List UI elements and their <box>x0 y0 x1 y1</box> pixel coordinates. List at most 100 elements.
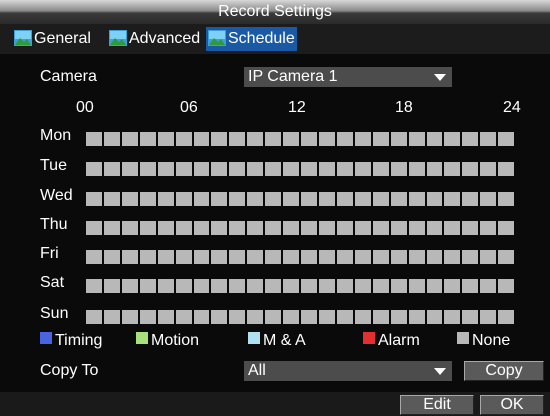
schedule-cell[interactable] <box>265 132 282 146</box>
copy-to-select[interactable]: All <box>244 361 452 381</box>
schedule-cell[interactable] <box>480 310 497 324</box>
schedule-cell[interactable] <box>301 279 317 293</box>
schedule-cell[interactable] <box>372 162 389 176</box>
schedule-cell[interactable] <box>301 310 317 324</box>
schedule-cell[interactable] <box>175 221 192 235</box>
schedule-cell[interactable] <box>462 192 479 206</box>
camera-select[interactable]: IP Camera 1 <box>244 67 452 87</box>
schedule-cell[interactable] <box>121 132 138 146</box>
schedule-cell[interactable] <box>86 310 102 324</box>
schedule-cell[interactable] <box>354 221 371 235</box>
schedule-cell[interactable] <box>372 250 389 264</box>
schedule-cell[interactable] <box>301 162 317 176</box>
schedule-cell[interactable] <box>318 279 335 293</box>
schedule-cell[interactable] <box>444 162 461 176</box>
schedule-cell[interactable] <box>103 279 120 293</box>
schedule-cell[interactable] <box>175 192 192 206</box>
day-schedule-row[interactable] <box>86 250 515 264</box>
schedule-cell[interactable] <box>390 221 407 235</box>
schedule-cell[interactable] <box>444 279 461 293</box>
schedule-cell[interactable] <box>211 162 228 176</box>
schedule-cell[interactable] <box>86 221 102 235</box>
tab-general[interactable]: General <box>12 27 93 51</box>
schedule-cell[interactable] <box>86 250 102 264</box>
schedule-cell[interactable] <box>86 162 102 176</box>
schedule-cell[interactable] <box>372 132 389 146</box>
schedule-cell[interactable] <box>229 192 246 206</box>
schedule-cell[interactable] <box>139 132 156 146</box>
schedule-cell[interactable] <box>498 250 515 264</box>
schedule-cell[interactable] <box>193 162 210 176</box>
schedule-cell[interactable] <box>336 279 353 293</box>
schedule-cell[interactable] <box>462 132 479 146</box>
schedule-cell[interactable] <box>301 192 317 206</box>
schedule-cell[interactable] <box>354 310 371 324</box>
schedule-cell[interactable] <box>265 192 282 206</box>
schedule-cell[interactable] <box>157 250 174 264</box>
schedule-cell[interactable] <box>193 250 210 264</box>
schedule-cell[interactable] <box>318 132 335 146</box>
schedule-cell[interactable] <box>283 279 300 293</box>
schedule-cell[interactable] <box>426 162 443 176</box>
schedule-cell[interactable] <box>318 221 335 235</box>
schedule-cell[interactable] <box>139 221 156 235</box>
schedule-cell[interactable] <box>408 192 425 206</box>
schedule-cell[interactable] <box>283 310 300 324</box>
schedule-cell[interactable] <box>157 310 174 324</box>
day-schedule-row[interactable] <box>86 162 515 176</box>
schedule-cell[interactable] <box>426 192 443 206</box>
schedule-cell[interactable] <box>121 310 138 324</box>
schedule-cell[interactable] <box>139 250 156 264</box>
schedule-cell[interactable] <box>86 132 102 146</box>
schedule-cell[interactable] <box>265 279 282 293</box>
schedule-cell[interactable] <box>336 221 353 235</box>
schedule-cell[interactable] <box>175 162 192 176</box>
schedule-cell[interactable] <box>265 250 282 264</box>
schedule-cell[interactable] <box>157 162 174 176</box>
schedule-cell[interactable] <box>283 162 300 176</box>
schedule-cell[interactable] <box>336 132 353 146</box>
schedule-cell[interactable] <box>498 221 515 235</box>
schedule-cell[interactable] <box>247 221 264 235</box>
edit-button[interactable]: Edit <box>400 395 474 415</box>
schedule-cell[interactable] <box>301 132 317 146</box>
schedule-cell[interactable] <box>103 132 120 146</box>
schedule-cell[interactable] <box>157 132 174 146</box>
schedule-cell[interactable] <box>265 221 282 235</box>
schedule-cell[interactable] <box>211 250 228 264</box>
schedule-cell[interactable] <box>462 221 479 235</box>
schedule-cell[interactable] <box>372 192 389 206</box>
schedule-cell[interactable] <box>86 279 102 293</box>
schedule-cell[interactable] <box>354 132 371 146</box>
schedule-cell[interactable] <box>444 250 461 264</box>
schedule-cell[interactable] <box>193 132 210 146</box>
schedule-cell[interactable] <box>390 132 407 146</box>
ok-button[interactable]: OK <box>480 395 544 415</box>
schedule-cell[interactable] <box>121 221 138 235</box>
schedule-cell[interactable] <box>390 250 407 264</box>
schedule-cell[interactable] <box>193 192 210 206</box>
schedule-cell[interactable] <box>229 162 246 176</box>
schedule-cell[interactable] <box>480 192 497 206</box>
schedule-cell[interactable] <box>480 162 497 176</box>
schedule-cell[interactable] <box>408 132 425 146</box>
schedule-cell[interactable] <box>175 310 192 324</box>
schedule-cell[interactable] <box>229 221 246 235</box>
schedule-cell[interactable] <box>426 132 443 146</box>
schedule-cell[interactable] <box>193 221 210 235</box>
schedule-cell[interactable] <box>498 192 515 206</box>
schedule-cell[interactable] <box>498 310 515 324</box>
schedule-cell[interactable] <box>408 279 425 293</box>
schedule-cell[interactable] <box>498 162 515 176</box>
schedule-cell[interactable] <box>103 250 120 264</box>
schedule-cell[interactable] <box>462 162 479 176</box>
schedule-cell[interactable] <box>86 192 102 206</box>
schedule-cell[interactable] <box>426 279 443 293</box>
schedule-cell[interactable] <box>229 132 246 146</box>
schedule-cell[interactable] <box>157 192 174 206</box>
schedule-cell[interactable] <box>301 221 317 235</box>
schedule-cell[interactable] <box>211 279 228 293</box>
schedule-cell[interactable] <box>211 192 228 206</box>
schedule-cell[interactable] <box>139 310 156 324</box>
schedule-cell[interactable] <box>336 162 353 176</box>
